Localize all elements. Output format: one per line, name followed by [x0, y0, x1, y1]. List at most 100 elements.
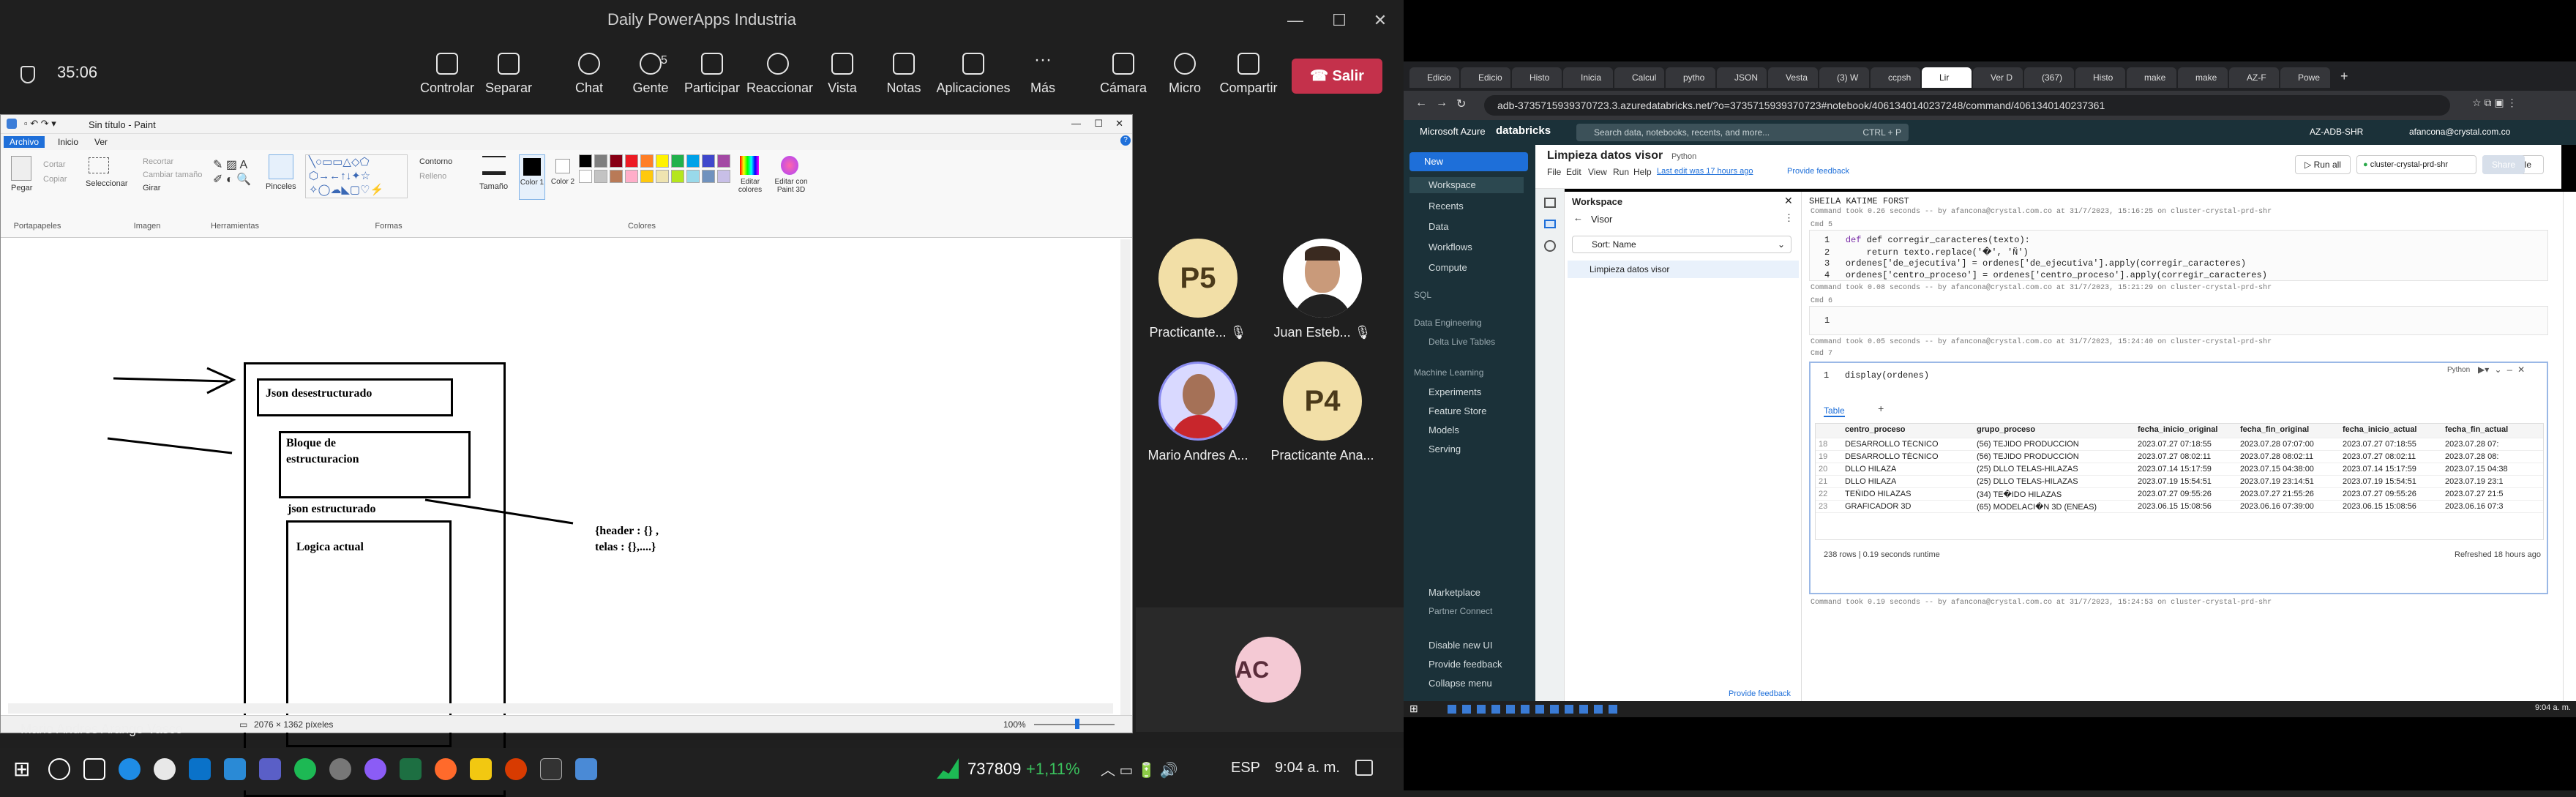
- paste-button[interactable]: Pegar: [11, 184, 32, 192]
- browser-tab[interactable]: JSON: [1717, 67, 1767, 88]
- workspace-id[interactable]: AZ-ADB-SHR: [2310, 127, 2363, 137]
- leave-button[interactable]: ☎ Salir: [1292, 59, 1382, 94]
- zoom-slider[interactable]: [1034, 724, 1115, 725]
- chat-button[interactable]: Chat: [558, 53, 621, 96]
- color-swatch[interactable]: [702, 154, 715, 168]
- paint3d-button[interactable]: Editar con Paint 3D: [771, 178, 812, 194]
- color-swatch[interactable]: [686, 170, 700, 183]
- color-swatch[interactable]: [610, 154, 623, 168]
- cell-5[interactable]: 1 def def corregir_caracteres(texto): 2 …: [1809, 230, 2548, 281]
- panel-close-icon[interactable]: ✕: [1784, 195, 1793, 207]
- sidebar-item-feedback[interactable]: Provide feedback: [1429, 659, 1502, 670]
- browser-tab[interactable]: Edicio: [1461, 67, 1510, 88]
- control-button[interactable]: Controlar: [416, 53, 479, 96]
- tray-icons[interactable]: ︿ ▭ 🔋 🔊: [1101, 758, 1177, 779]
- search-icon[interactable]: [48, 758, 70, 780]
- browser-tab[interactable]: Lir: [1922, 67, 1972, 88]
- menu-run[interactable]: Run: [1613, 167, 1629, 177]
- browser-tab[interactable]: pytho: [1666, 67, 1715, 88]
- cell-7[interactable]: 1 display(ordenes) Python ▶▾ ⌄ — ✕ Table…: [1809, 362, 2548, 594]
- fill-button[interactable]: Relleno: [419, 172, 446, 181]
- help-icon[interactable]: ?: [1120, 135, 1131, 146]
- size-icon[interactable]: [482, 156, 506, 175]
- edit-colors-button[interactable]: Editar colores: [734, 178, 766, 194]
- vscode-icon[interactable]: [224, 758, 246, 780]
- sidebar-sql[interactable]: SQL: [1414, 290, 1431, 300]
- tab-table[interactable]: Table: [1824, 405, 1845, 417]
- color-swatch[interactable]: [625, 170, 638, 183]
- crop-button[interactable]: Recortar: [143, 157, 173, 166]
- color-swatch[interactable]: [610, 170, 623, 183]
- color-swatch[interactable]: [686, 154, 700, 168]
- popout-button[interactable]: Separar: [477, 53, 540, 96]
- sidebar-item-serving[interactable]: Serving: [1429, 444, 1461, 454]
- new-button[interactable]: New: [1409, 152, 1528, 171]
- color-swatch[interactable]: [656, 154, 669, 168]
- select-icon[interactable]: [89, 157, 109, 173]
- language-select[interactable]: Python: [1671, 152, 1696, 161]
- color-swatch[interactable]: [640, 154, 654, 168]
- tools-icons[interactable]: ✎ ▨ A ✐ ◐ 🔍: [213, 157, 251, 187]
- sidebar-item-recents[interactable]: Recents: [1429, 201, 1464, 212]
- browser-tab[interactable]: make: [2127, 67, 2176, 88]
- share-button[interactable]: Compartir: [1215, 53, 1282, 96]
- nav-forward-icon[interactable]: →: [1436, 97, 1448, 110]
- browser-tab[interactable]: ccpsh: [1871, 67, 1920, 88]
- mic-button[interactable]: Micro: [1153, 53, 1216, 96]
- task-view-icon[interactable]: [83, 758, 105, 780]
- maximize-icon[interactable]: ☐: [1325, 7, 1354, 34]
- panel-folder[interactable]: Visor: [1591, 214, 1612, 225]
- camera-button[interactable]: Cámara: [1092, 53, 1155, 96]
- color-swatch[interactable]: [702, 170, 715, 183]
- close-icon[interactable]: ✕: [1366, 7, 1395, 34]
- sidebar-item-data[interactable]: Data: [1429, 221, 1448, 232]
- add-visualization-icon[interactable]: +: [1878, 404, 1884, 416]
- chrome-icon[interactable]: [154, 758, 176, 780]
- resize-button[interactable]: Cambiar tamaño: [143, 171, 202, 179]
- language-indicator[interactable]: ESP: [1231, 760, 1260, 777]
- sidebar-item-feature-store[interactable]: Feature Store: [1429, 405, 1487, 416]
- folder-icon[interactable]: [1544, 220, 1556, 228]
- notes-button[interactable]: Notas: [872, 53, 935, 96]
- cell-language[interactable]: Python: [2447, 366, 2470, 374]
- sort-select[interactable]: Sort: Name ⌄: [1572, 236, 1791, 253]
- browser-tab[interactable]: make: [2178, 67, 2228, 88]
- browser-tab[interactable]: (3) W: [1819, 67, 1869, 88]
- outlook-icon[interactable]: [189, 758, 211, 780]
- browser-tab[interactable]: Ver D: [1973, 67, 2023, 88]
- color-swatch[interactable]: [579, 154, 592, 168]
- powerbi-icon[interactable]: [470, 758, 492, 780]
- color2-button[interactable]: Color 2: [550, 154, 576, 200]
- shapes-gallery[interactable]: ╲○▭▭△◇⬠ ⬡→←↑↓✦☆ ✧◯☁◣▢♡⚡: [305, 154, 408, 198]
- nav-back-icon[interactable]: ←: [1415, 97, 1427, 110]
- edge-icon[interactable]: [119, 758, 141, 780]
- browser-tab[interactable]: Histo: [2075, 67, 2125, 88]
- paste-icon[interactable]: [11, 156, 31, 181]
- new-tab-icon[interactable]: +: [2340, 69, 2348, 84]
- last-edit-link[interactable]: Last edit was 17 hours ago: [1657, 167, 1753, 176]
- user-email[interactable]: afancona@crystal.com.co: [2409, 127, 2510, 137]
- color-swatch[interactable]: [594, 154, 607, 168]
- sidebar-item-partner-connect[interactable]: Partner Connect: [1429, 606, 1492, 616]
- sidebar-item-dlt[interactable]: Delta Live Tables: [1429, 337, 1495, 347]
- paint-vertical-scrollbar[interactable]: [1120, 239, 1131, 715]
- terminal-icon[interactable]: [540, 758, 562, 780]
- paint-minimize-icon[interactable]: —: [1071, 118, 1081, 129]
- rotate-button[interactable]: Girar: [143, 184, 160, 192]
- color-swatch[interactable]: [594, 170, 607, 183]
- notebook-list-item[interactable]: Limpieza datos visor: [1568, 261, 1799, 278]
- react-button[interactable]: Reaccionar: [746, 53, 813, 96]
- minimize-icon[interactable]: —: [1281, 7, 1310, 34]
- browser-tab[interactable]: Edicio: [1409, 67, 1459, 88]
- taskbar-app-icons[interactable]: [1448, 705, 1623, 714]
- color1-button[interactable]: Color 1: [519, 154, 545, 200]
- copy-button[interactable]: Copiar: [43, 175, 67, 184]
- share-notebook-button[interactable]: Share: [2482, 155, 2525, 174]
- back-icon[interactable]: ←: [1573, 212, 1583, 223]
- sidebar-item-workflows[interactable]: Workflows: [1429, 242, 1472, 252]
- cluster-select[interactable]: ● cluster-crystal-prd-shr: [2356, 155, 2476, 174]
- browser-tab[interactable]: (367): [2024, 67, 2074, 88]
- menu-file[interactable]: File: [1547, 167, 1561, 177]
- tab-archivo[interactable]: Archivo: [4, 136, 45, 148]
- postman-icon[interactable]: [435, 758, 457, 780]
